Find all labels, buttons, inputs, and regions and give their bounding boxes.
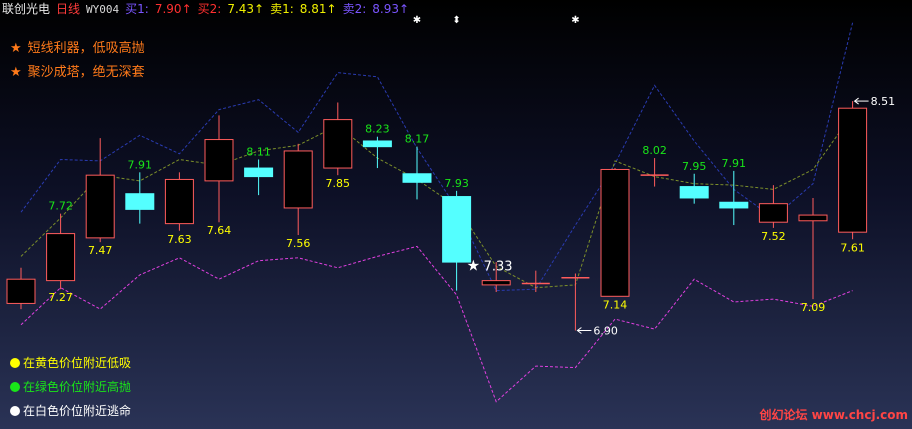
candle-body [679, 186, 709, 199]
extreme-price-label: 6.90 [593, 325, 618, 338]
candle-body [323, 119, 353, 169]
white-star-icon: ★ [467, 257, 480, 275]
period-label[interactable]: 日线 [56, 2, 80, 16]
star-icon: ★ [10, 41, 22, 56]
ask1-label: 卖1: [270, 2, 294, 16]
candle-body [402, 173, 432, 183]
bid1-value: 7.90↑ [154, 2, 192, 16]
legend-yellow: 在黄色价位附近低吸 [10, 354, 131, 371]
extreme-price-label: 8.51 [871, 95, 896, 108]
high-price-label: 8.02 [642, 144, 667, 157]
candle-body [204, 139, 234, 182]
low-price-label: 7.56 [286, 237, 311, 250]
ask2-label: 卖2: [342, 2, 367, 16]
top-marker-icon: ⬍ [452, 15, 460, 26]
stock-name[interactable]: 联创光电 [2, 2, 50, 16]
white-star-label: 7.33 [484, 260, 513, 275]
watermark: 创幻论坛 www.chcj.com [759, 408, 908, 422]
bid2-value: 7.43↑ [227, 2, 265, 16]
candle-body [481, 280, 511, 286]
candle-body [798, 214, 828, 222]
candle-body [600, 168, 630, 297]
high-price-label: 8.17 [405, 133, 430, 146]
low-price-label: 7.64 [207, 224, 232, 237]
formula-name[interactable]: WY004 [86, 3, 119, 16]
lower-band-line [20, 245, 853, 403]
bid2-label: 买2: [197, 2, 222, 16]
tip-line-1: ★ 短线利器，低吸高抛 [10, 37, 145, 56]
yellow-dot-icon [10, 358, 20, 368]
high-price-label: 7.91 [128, 158, 153, 171]
candle-body [46, 233, 76, 282]
tip-line-2: ★ 聚沙成塔，绝无深套 [10, 61, 145, 80]
legend-text: 在白色价位附近逃命 [23, 404, 132, 418]
legend-text: 在黄色价位附近低吸 [23, 356, 132, 370]
candle-body [85, 174, 115, 239]
high-price-label: 7.93 [444, 177, 469, 190]
legend-text: 在绿色价位附近高抛 [23, 380, 132, 394]
candle-body [719, 201, 749, 209]
chart-header: 联创光电 日线 WY004 买1: 7.90↑ 买2: 7.43↑ 卖1: 8.81↑ 卖2: 8.… [2, 1, 415, 17]
candle-body [283, 150, 313, 209]
legend-white: 在白色价位附近逃命 [10, 402, 131, 419]
low-price-label: 7.47 [88, 244, 113, 257]
low-price-label: 7.27 [48, 291, 73, 304]
low-price-label: 7.09 [801, 301, 826, 314]
low-price-label: 7.52 [761, 230, 786, 243]
candle-body [758, 203, 788, 223]
low-price-label: 7.61 [840, 241, 865, 254]
high-price-label: 7.91 [722, 157, 747, 170]
candle-body [442, 196, 472, 263]
tip-text: 短线利器，低吸高抛 [27, 41, 145, 56]
high-price-label: 8.23 [365, 123, 390, 136]
candle-body [125, 193, 155, 210]
green-dot-icon [10, 382, 20, 392]
high-price-label: 7.72 [48, 200, 73, 213]
candle-body [362, 140, 392, 148]
tip-text: 聚沙成塔，绝无深套 [27, 65, 145, 80]
top-marker-icon: ✱ [571, 15, 579, 26]
low-price-label: 7.63 [167, 233, 192, 246]
bid1-label: 买1: [125, 2, 149, 16]
candle-body [164, 178, 194, 225]
ask1-value: 8.81↑ [299, 2, 337, 16]
high-price-label: 8.11 [246, 146, 271, 159]
candle-body [244, 167, 274, 178]
legend-green: 在绿色价位附近高抛 [10, 378, 131, 395]
white-dot-icon [10, 406, 20, 416]
star-icon: ★ [10, 65, 22, 80]
low-price-label: 7.14 [603, 298, 628, 311]
high-price-label: 7.95 [682, 160, 707, 173]
candle-body [838, 107, 868, 233]
candle-body [6, 278, 36, 304]
low-price-label: 7.85 [326, 177, 351, 190]
ask2-value: 8.93↑ [372, 2, 410, 16]
